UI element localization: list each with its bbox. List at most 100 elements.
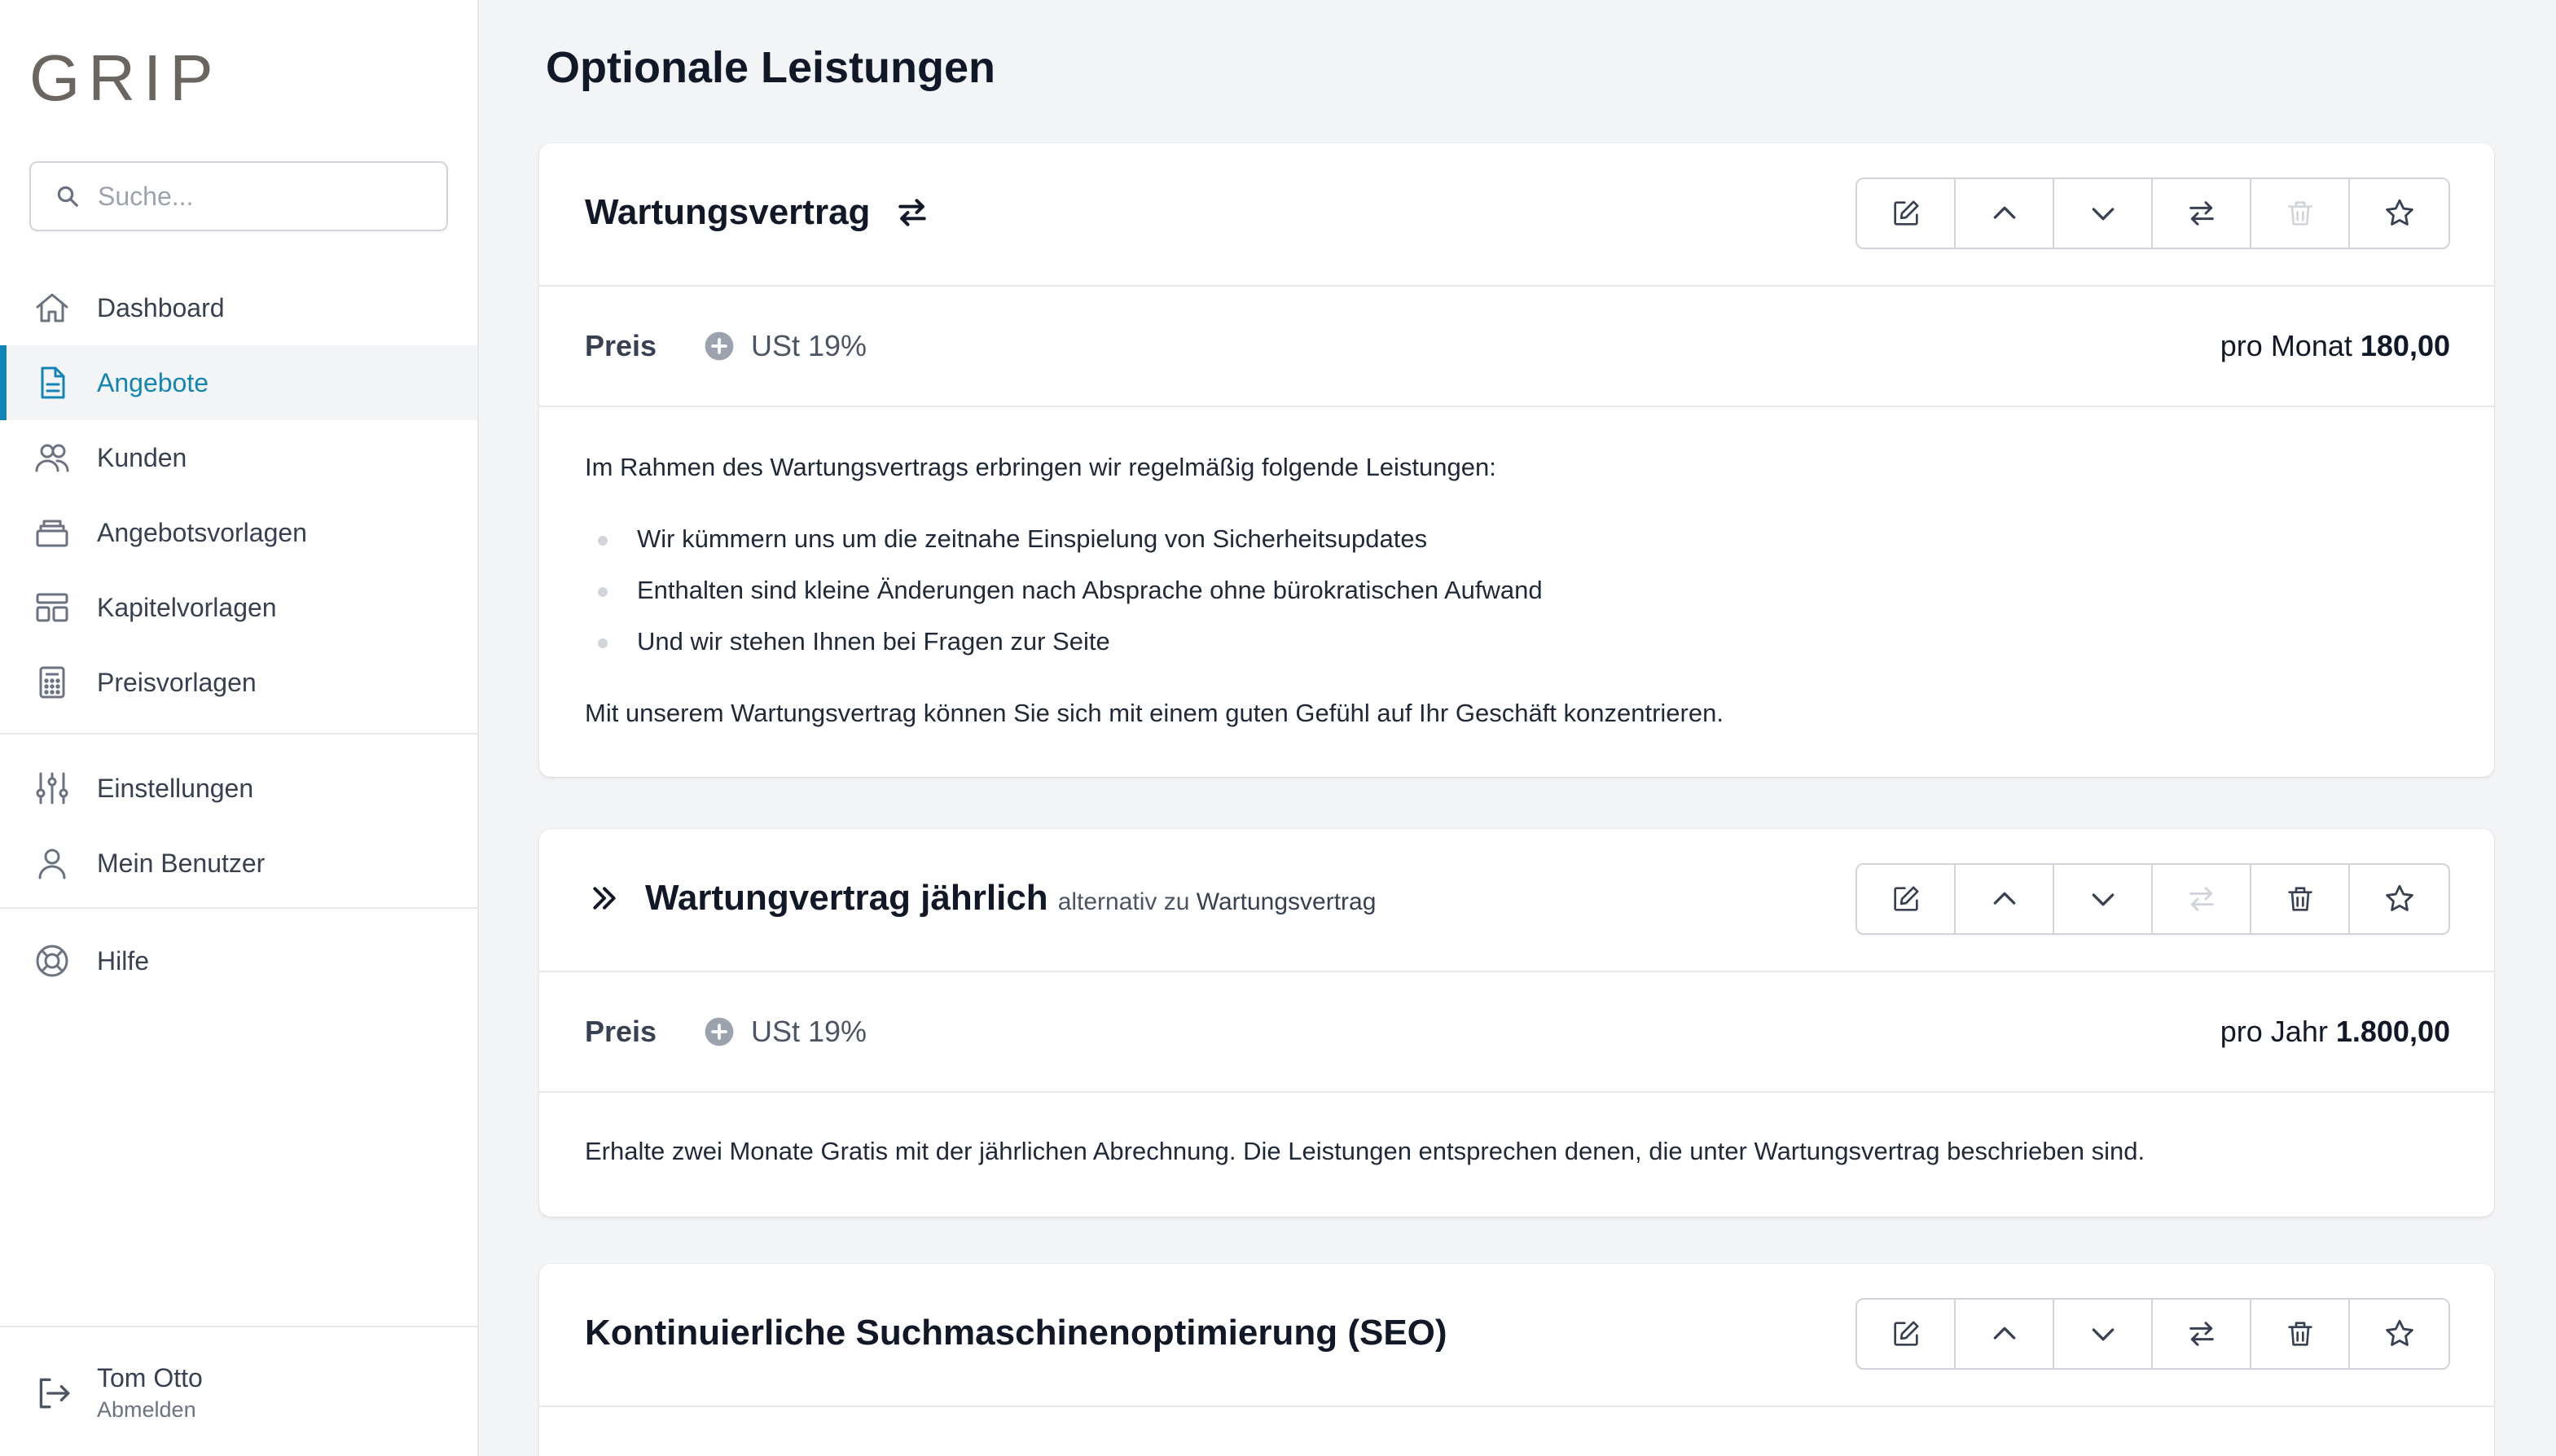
card-header: Wartungvertrag jährlich alternativ zu Wa… xyxy=(539,829,2494,972)
plus-circle-icon xyxy=(705,1017,734,1046)
edit-button[interactable] xyxy=(1857,865,1956,933)
swap-icon xyxy=(2189,1322,2214,1346)
move-up-button[interactable] xyxy=(1956,865,2054,933)
chevron-up-icon xyxy=(1993,892,2015,905)
move-up-button[interactable] xyxy=(1956,1300,2054,1368)
sidebar-item-dashboard[interactable]: Dashboard xyxy=(0,270,477,345)
chevron-up-icon xyxy=(1993,206,2015,219)
sidebar-item-angebotsvorlagen[interactable]: Angebotsvorlagen xyxy=(0,495,477,570)
edit-button[interactable] xyxy=(1857,1300,1956,1368)
edit-icon xyxy=(1893,886,1918,911)
card-toolbar xyxy=(1856,863,2450,935)
sidebar-divider xyxy=(0,733,477,735)
search-box xyxy=(29,161,448,231)
sidebar-item-einstellungen[interactable]: Einstellungen xyxy=(0,751,477,826)
price-period: pro Monat xyxy=(2220,329,2352,362)
price-value: pro Jahr 1.800,00 xyxy=(2220,1015,2450,1049)
price-row: Preis USt 19% pro Jahr 1.800,00 xyxy=(539,972,2494,1093)
card-title: Wartungsvertrag xyxy=(585,192,930,233)
adjustments-icon xyxy=(36,772,68,805)
sidebar-item-hilfe[interactable]: Hilfe xyxy=(0,923,477,998)
swap-icon xyxy=(2189,201,2214,226)
sidebar-item-mein-benutzer[interactable]: Mein Benutzer xyxy=(0,826,477,901)
sidebar-item-label: Dashboard xyxy=(97,292,225,322)
list-item: Wir kümmern uns um die zeitnahe Einspiel… xyxy=(585,521,2448,557)
star-icon xyxy=(2385,1319,2413,1346)
sidebar: GRIP Dashboard Angebote Kunden Angebotsv… xyxy=(0,0,479,1456)
trash-icon xyxy=(2287,887,2312,911)
sidebar-item-label: Angebote xyxy=(97,367,209,397)
logout-link[interactable]: Abmelden xyxy=(97,1397,196,1423)
service-card: Wartungvertrag jährlich alternativ zu Wa… xyxy=(539,829,2494,1217)
swap-button[interactable] xyxy=(2153,179,2251,248)
price-row: Preis USt 19% pro Monat 180,00 xyxy=(539,287,2494,407)
user-name: Tom Otto xyxy=(97,1363,203,1392)
card-title: Wartungvertrag jährlich alternativ zu Wa… xyxy=(588,878,1376,919)
swap-button[interactable] xyxy=(2153,1300,2251,1368)
swap-button[interactable] xyxy=(2153,865,2251,933)
card-toolbar xyxy=(1856,1298,2450,1370)
star-icon xyxy=(2385,884,2413,911)
chevron-down-icon xyxy=(2092,1328,2114,1341)
sidebar-item-angebote[interactable]: Angebote xyxy=(0,345,477,420)
vat-label: USt 19% xyxy=(751,1015,867,1048)
search-input[interactable] xyxy=(98,181,424,212)
sidebar-item-label: Preisvorlagen xyxy=(97,667,257,697)
description-list: Wir kümmern uns um die zeitnahe Einspiel… xyxy=(585,521,2448,660)
chevron-double-right-icon xyxy=(593,887,616,910)
chevron-down-icon xyxy=(2092,208,2114,221)
service-card: Kontinuierliche Suchmaschinenoptimierung… xyxy=(539,1264,2494,1456)
sidebar-item-kunden[interactable]: Kunden xyxy=(0,420,477,495)
delete-button[interactable] xyxy=(2251,865,2350,933)
delete-button[interactable] xyxy=(2251,179,2350,248)
price-label: Preis xyxy=(585,329,657,362)
chevron-up-icon xyxy=(1993,1327,2015,1340)
sidebar-item-kapitelvorlagen[interactable]: Kapitelvorlagen xyxy=(0,570,477,645)
description-text: Erhalte zwei Monate Gratis mit der jährl… xyxy=(585,1137,2145,1165)
app-logo[interactable]: GRIP xyxy=(29,46,222,111)
vat-toggle[interactable]: USt 19% xyxy=(704,1015,867,1049)
price-amount: 180,00 xyxy=(2360,329,2450,362)
user-block[interactable]: Tom Otto Abmelden xyxy=(0,1326,477,1456)
sidebar-item-label: Mein Benutzer xyxy=(97,848,266,878)
card-title: Kontinuierliche Suchmaschinenoptimierung… xyxy=(585,1313,1447,1353)
alternative-ref[interactable]: Wartungsvertrag xyxy=(1197,888,1377,915)
sidebar-item-label: Einstellungen xyxy=(97,773,254,803)
swap-icon xyxy=(2189,887,2214,911)
plus-circle-icon xyxy=(705,331,734,361)
sidebar-item-label: Hilfe xyxy=(97,945,150,976)
move-down-button[interactable] xyxy=(2054,179,2153,248)
move-down-button[interactable] xyxy=(2054,1300,2153,1368)
favorite-button[interactable] xyxy=(2350,865,2448,933)
move-down-button[interactable] xyxy=(2054,865,2153,933)
card-header: Wartungsvertrag xyxy=(539,143,2494,287)
service-card: Wartungsvertrag Preis USt 19% pro Monat … xyxy=(539,143,2494,777)
edit-button[interactable] xyxy=(1857,179,1956,248)
trash-icon xyxy=(2287,1322,2312,1346)
sidebar-divider xyxy=(0,907,477,909)
user-icon xyxy=(38,849,66,879)
list-item: Und wir stehen Ihnen bei Fragen zur Seit… xyxy=(585,624,2448,660)
price-amount: 1.800,00 xyxy=(2335,1015,2450,1048)
calculator-icon xyxy=(39,666,65,699)
favorite-button[interactable] xyxy=(2350,1300,2448,1368)
page-title: Optionale Leistungen xyxy=(546,43,996,92)
swap-icon[interactable] xyxy=(894,195,930,230)
logout-icon xyxy=(39,1378,70,1409)
users-icon xyxy=(35,444,69,472)
price-period: pro Jahr xyxy=(2220,1015,2328,1048)
sidebar-item-preisvorlagen[interactable]: Preisvorlagen xyxy=(0,645,477,720)
move-up-button[interactable] xyxy=(1956,179,2054,248)
edit-icon xyxy=(1893,200,1918,226)
delete-button[interactable] xyxy=(2251,1300,2350,1368)
card-description: Erhalte zwei Monate Gratis mit der jährl… xyxy=(539,1093,2494,1217)
edit-icon xyxy=(1893,1321,1918,1346)
sidebar-item-label: Angebotsvorlagen xyxy=(97,517,307,547)
favorite-button[interactable] xyxy=(2350,179,2448,248)
vat-toggle[interactable]: USt 19% xyxy=(704,329,867,363)
star-icon xyxy=(2385,199,2413,226)
archive-icon xyxy=(36,520,68,547)
vat-label: USt 19% xyxy=(751,329,867,362)
alternative-note: alternativ zu Wartungsvertrag xyxy=(1058,888,1377,916)
alternative-prefix: alternativ zu xyxy=(1057,888,1190,915)
